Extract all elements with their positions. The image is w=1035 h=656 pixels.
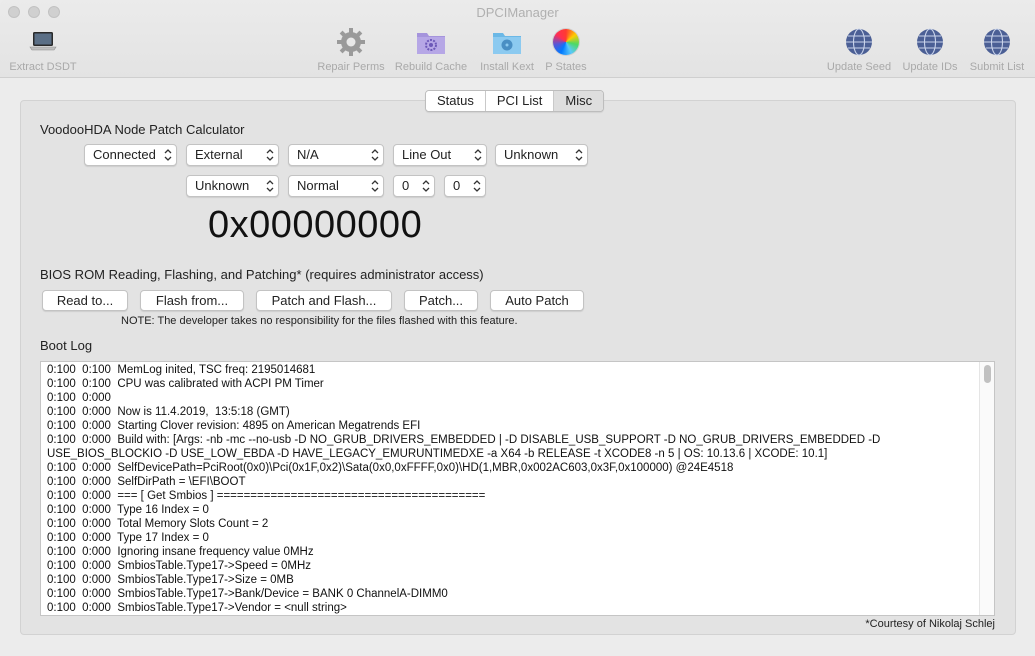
color-wheel-icon	[549, 26, 583, 58]
log-line: 0:100 0:000 SmbiosTable.Type17->Vendor =…	[47, 602, 347, 614]
toolbar-label: Repair Perms	[317, 61, 385, 73]
scrollbar-thumb[interactable]	[984, 365, 991, 383]
log-line: 0:100 0:000 Ignoring insane frequency va…	[47, 546, 314, 558]
popup-value: 0	[453, 178, 461, 193]
toolbar-label: Submit List	[969, 61, 1025, 73]
globe-icon	[913, 26, 947, 58]
update-ids-button[interactable]: Update IDs	[892, 26, 968, 73]
patch-and-flash-button[interactable]: Patch and Flash...	[256, 290, 392, 311]
association-popup[interactable]: 0	[393, 175, 435, 197]
color-popup[interactable]: Unknown	[186, 175, 279, 197]
boot-log-title: Boot Log	[40, 338, 93, 353]
chevron-updown-icon	[422, 180, 430, 192]
repair-perms-button[interactable]: Repair Perms	[313, 26, 389, 73]
app-window: DPCIManager Extract DSDT Repair Perms Re…	[0, 0, 1035, 656]
chevron-updown-icon	[164, 149, 172, 161]
node-patch-result: 0x00000000	[208, 204, 423, 246]
toolbar-label: Extract DSDT	[9, 61, 77, 73]
tab-bar: Status PCI List Misc	[425, 90, 605, 112]
popup-value: External	[195, 147, 243, 162]
disclaimer-note: NOTE: The developer takes no responsibil…	[121, 315, 518, 327]
gear-icon	[334, 26, 368, 58]
laptop-icon	[26, 26, 60, 58]
p-states-button[interactable]: P States	[528, 26, 604, 73]
bios-section-title: BIOS ROM Reading, Flashing, and Patching…	[40, 267, 484, 282]
chevron-updown-icon	[575, 149, 583, 161]
chevron-updown-icon	[371, 180, 379, 192]
chevron-updown-icon	[266, 180, 274, 192]
window-title: DPCIManager	[476, 5, 559, 20]
toolbar-label: P States	[545, 61, 587, 73]
tab-status[interactable]: Status	[426, 91, 486, 111]
flash-from-button[interactable]: Flash from...	[140, 290, 244, 311]
device-popup[interactable]: Line Out	[393, 144, 487, 166]
log-line: 0:100 0:000 === [ Get Smbios ] =========…	[47, 490, 486, 502]
update-seed-button[interactable]: Update Seed	[821, 26, 897, 73]
boot-log-scrollbar[interactable]	[979, 362, 994, 615]
submit-list-button[interactable]: Submit List	[959, 26, 1035, 73]
log-line: 0:100 0:000 SmbiosTable.Type17->Speed = …	[47, 560, 312, 572]
popup-value: Unknown	[195, 178, 250, 193]
popup-value: Unknown	[504, 147, 559, 162]
log-line: 0:100 0:000 Starting Clover revision: 48…	[47, 420, 421, 432]
globe-icon	[980, 26, 1014, 58]
extract-dsdt-button[interactable]: Extract DSDT	[5, 26, 81, 73]
log-line: 0:100 0:000 Type 16 Index = 0	[47, 504, 209, 516]
boot-log-text: 0:100 0:100 MemLog inited, TSC freq: 219…	[47, 363, 977, 615]
popup-value: Connected	[93, 147, 156, 162]
connection-type-popup[interactable]: Unknown	[495, 144, 588, 166]
boot-log-view[interactable]: 0:100 0:100 MemLog inited, TSC freq: 219…	[40, 361, 995, 616]
misc-popup[interactable]: Normal	[288, 175, 384, 197]
folder-radiation-icon	[490, 26, 524, 58]
calculator-title: VoodooHDA Node Patch Calculator	[40, 122, 245, 137]
popup-value: Line Out	[402, 147, 452, 162]
chevron-updown-icon	[266, 149, 274, 161]
read-to-button[interactable]: Read to...	[42, 290, 128, 311]
log-line: 0:100 0:000	[47, 392, 111, 404]
location-popup[interactable]: External	[186, 144, 279, 166]
toolbar-label: Install Kext	[480, 61, 534, 73]
sequence-popup[interactable]: 0	[444, 175, 486, 197]
globe-icon	[842, 26, 876, 58]
log-line: 0:100 0:100 MemLog inited, TSC freq: 219…	[47, 364, 316, 376]
toolbar-label: Rebuild Cache	[394, 61, 468, 73]
titlebar: DPCIManager Extract DSDT Repair Perms Re…	[0, 0, 1035, 78]
chevron-updown-icon	[473, 180, 481, 192]
popup-value: 0	[402, 178, 410, 193]
log-line: 0:100 0:000 SmbiosTable.Type17->Size = 0…	[47, 574, 294, 586]
connection-popup[interactable]: Connected	[84, 144, 177, 166]
folder-gear-icon	[414, 26, 448, 58]
log-line: 0:100 0:000 SelfDirPath = \EFI\BOOT	[47, 476, 246, 488]
auto-patch-button[interactable]: Auto Patch	[490, 290, 584, 311]
toolbar-label: Update IDs	[902, 61, 958, 73]
log-line: 0:100 0:000 SelfDevicePath=PciRoot(0x0)\…	[47, 462, 734, 474]
tab-misc[interactable]: Misc	[554, 91, 604, 111]
log-line: 0:100 0:100 CPU was calibrated with ACPI…	[47, 378, 324, 390]
rebuild-cache-button[interactable]: Rebuild Cache	[393, 26, 469, 73]
chevron-updown-icon	[474, 149, 482, 161]
log-line: 0:100 0:000 Build with: [Args: -nb -mc -…	[47, 434, 884, 460]
log-line: 0:100 0:000 SmbiosTable.Type17->Bank/Dev…	[47, 588, 448, 600]
log-line: 0:100 0:000 Total Memory Slots Count = 2	[47, 518, 269, 530]
tab-pci-list[interactable]: PCI List	[485, 91, 555, 111]
patch-button[interactable]: Patch...	[404, 290, 478, 311]
log-line: 0:100 0:000 Type 17 Index = 0	[47, 532, 209, 544]
popup-value: Normal	[297, 178, 339, 193]
geometry-popup[interactable]: N/A	[288, 144, 384, 166]
popup-value: N/A	[297, 147, 319, 162]
chevron-updown-icon	[371, 149, 379, 161]
log-line: 0:100 0:000 Now is 11.4.2019, 13:5:18 (G…	[47, 406, 290, 418]
courtesy-credit: *Courtesy of Nikolaj Schlej	[865, 618, 995, 630]
toolbar-label: Update Seed	[826, 61, 892, 73]
